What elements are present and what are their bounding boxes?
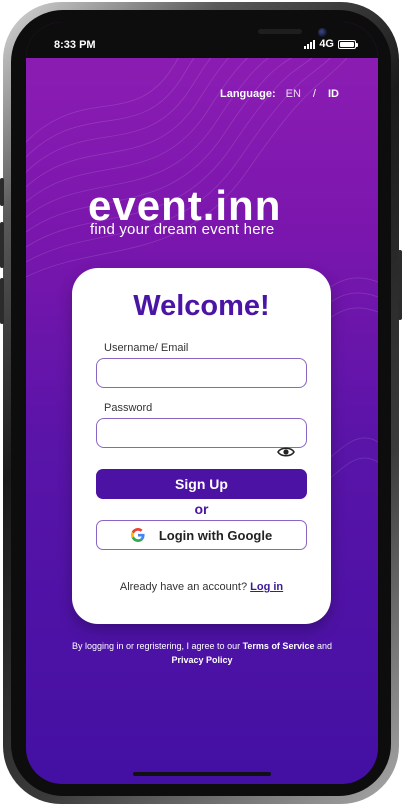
show-password-eye-icon[interactable] (277, 446, 295, 458)
terms-and: and (316, 641, 333, 651)
home-indicator[interactable] (133, 772, 271, 776)
terms-of-service-link[interactable]: Terms of Service (243, 641, 315, 651)
signal-bars-icon (304, 39, 316, 49)
notch (106, 22, 327, 52)
status-indicators: 4G (304, 38, 358, 50)
sign-up-button[interactable]: Sign Up (96, 469, 307, 499)
app-screen: 8:33 PM 4G Language: EN / ID event.inn f… (26, 22, 378, 784)
side-button-left (0, 222, 4, 268)
camera-icon (318, 28, 327, 37)
password-label: Password (104, 402, 153, 414)
language-separator: / (312, 88, 316, 100)
password-input[interactable] (96, 418, 307, 448)
side-button-left (0, 278, 4, 324)
log-in-link[interactable]: Log in (250, 581, 283, 593)
terms-prefix: By logging in or regristering, I agree t… (71, 641, 241, 651)
side-button-right (398, 250, 402, 320)
username-label: Username/ Email (104, 342, 189, 354)
side-button-left (0, 178, 4, 206)
account-prompt-row: Already have an account? Log in (72, 581, 331, 593)
privacy-policy-link[interactable]: Privacy Policy (171, 655, 232, 665)
language-option-id[interactable]: ID (328, 88, 339, 100)
language-label: Language: (220, 88, 276, 100)
account-prompt-text: Already have an account? (119, 581, 248, 593)
speaker (258, 29, 302, 34)
language-option-en[interactable]: EN (286, 88, 301, 100)
or-divider-text: or (194, 501, 209, 517)
google-icon (130, 528, 145, 542)
welcome-title: Welcome! (133, 290, 270, 322)
status-bar: 8:33 PM 4G (26, 22, 378, 58)
terms-notice: By logging in or regristering, I agree t… (66, 639, 338, 667)
username-input[interactable] (96, 358, 307, 388)
login-card: Welcome! Username/ Email Password Sign U… (72, 268, 331, 624)
language-switcher: Language: EN / ID (220, 88, 339, 100)
status-time: 8:33 PM (54, 39, 96, 51)
battery-icon (338, 39, 358, 49)
google-login-button[interactable]: Login with Google (96, 520, 307, 550)
app-tagline: find your dream event here (90, 221, 275, 238)
google-button-label: Login with Google (158, 527, 273, 543)
network-type: 4G (319, 38, 334, 50)
